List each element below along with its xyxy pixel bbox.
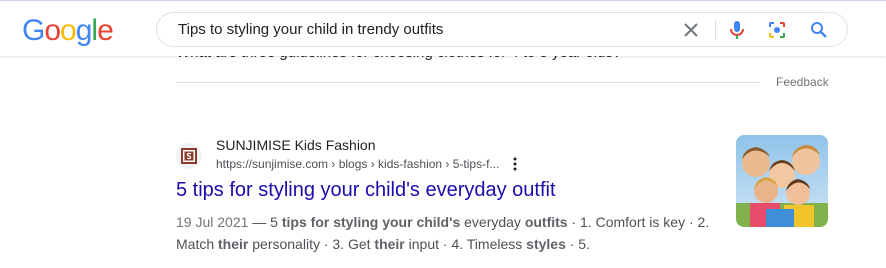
result-title-link[interactable]: 5 tips for styling your child's everyday…	[176, 179, 556, 202]
result-date: 19 Jul 2021	[176, 214, 249, 230]
search-icon[interactable]	[807, 18, 831, 42]
result-url[interactable]: https://sunjimise.com › blogs › kids-fas…	[216, 157, 499, 171]
result-thumbnail[interactable]	[736, 135, 828, 227]
snippet-highlight: outfits	[524, 214, 568, 230]
snippet-highlight: styles	[526, 236, 566, 252]
logo-letter: o	[44, 14, 61, 47]
snippet-fragment: everyday	[460, 214, 525, 230]
search-divider	[715, 20, 716, 40]
google-logo[interactable]: Google	[22, 14, 114, 47]
snippet-fragment: · 5.	[565, 236, 590, 252]
snippet-fragment: — 5	[248, 214, 282, 230]
clear-icon[interactable]	[679, 18, 703, 42]
more-options-icon[interactable]	[509, 156, 521, 172]
children-photo	[736, 135, 828, 227]
logo-letter: e	[97, 14, 114, 47]
favicon-logo-icon	[181, 148, 197, 164]
search-input[interactable]: Tips to styling your child in trendy out…	[178, 21, 443, 38]
snippet-highlight: their	[218, 236, 249, 252]
snippet-fragment: input · 4. Timeless	[404, 236, 527, 252]
snippet-fragment: personality · 3. Get	[248, 236, 375, 252]
snippet-highlight: tips for styling your child's	[281, 214, 461, 230]
snippet-highlight: their	[374, 236, 405, 252]
logo-letter: G	[22, 14, 45, 47]
logo-letter: o	[60, 14, 77, 47]
microphone-icon[interactable]	[725, 18, 749, 42]
feedback-link[interactable]: Feedback	[776, 75, 829, 89]
result-snippet: 19 Jul 2021 — 5 tips for styling your ch…	[176, 211, 721, 255]
site-favicon[interactable]	[176, 143, 202, 169]
feedback-divider	[176, 82, 760, 83]
search-header: Google Tips to styling your child in tre…	[0, 1, 886, 56]
logo-letter: g	[75, 14, 93, 47]
result-site-name[interactable]: SUNJIMISE Kids Fashion	[216, 137, 376, 153]
snippet-text: — 5 tips for styling your child's everyd…	[176, 214, 709, 252]
lens-icon[interactable]	[765, 18, 789, 42]
search-box[interactable]: Tips to styling your child in trendy out…	[156, 12, 848, 47]
